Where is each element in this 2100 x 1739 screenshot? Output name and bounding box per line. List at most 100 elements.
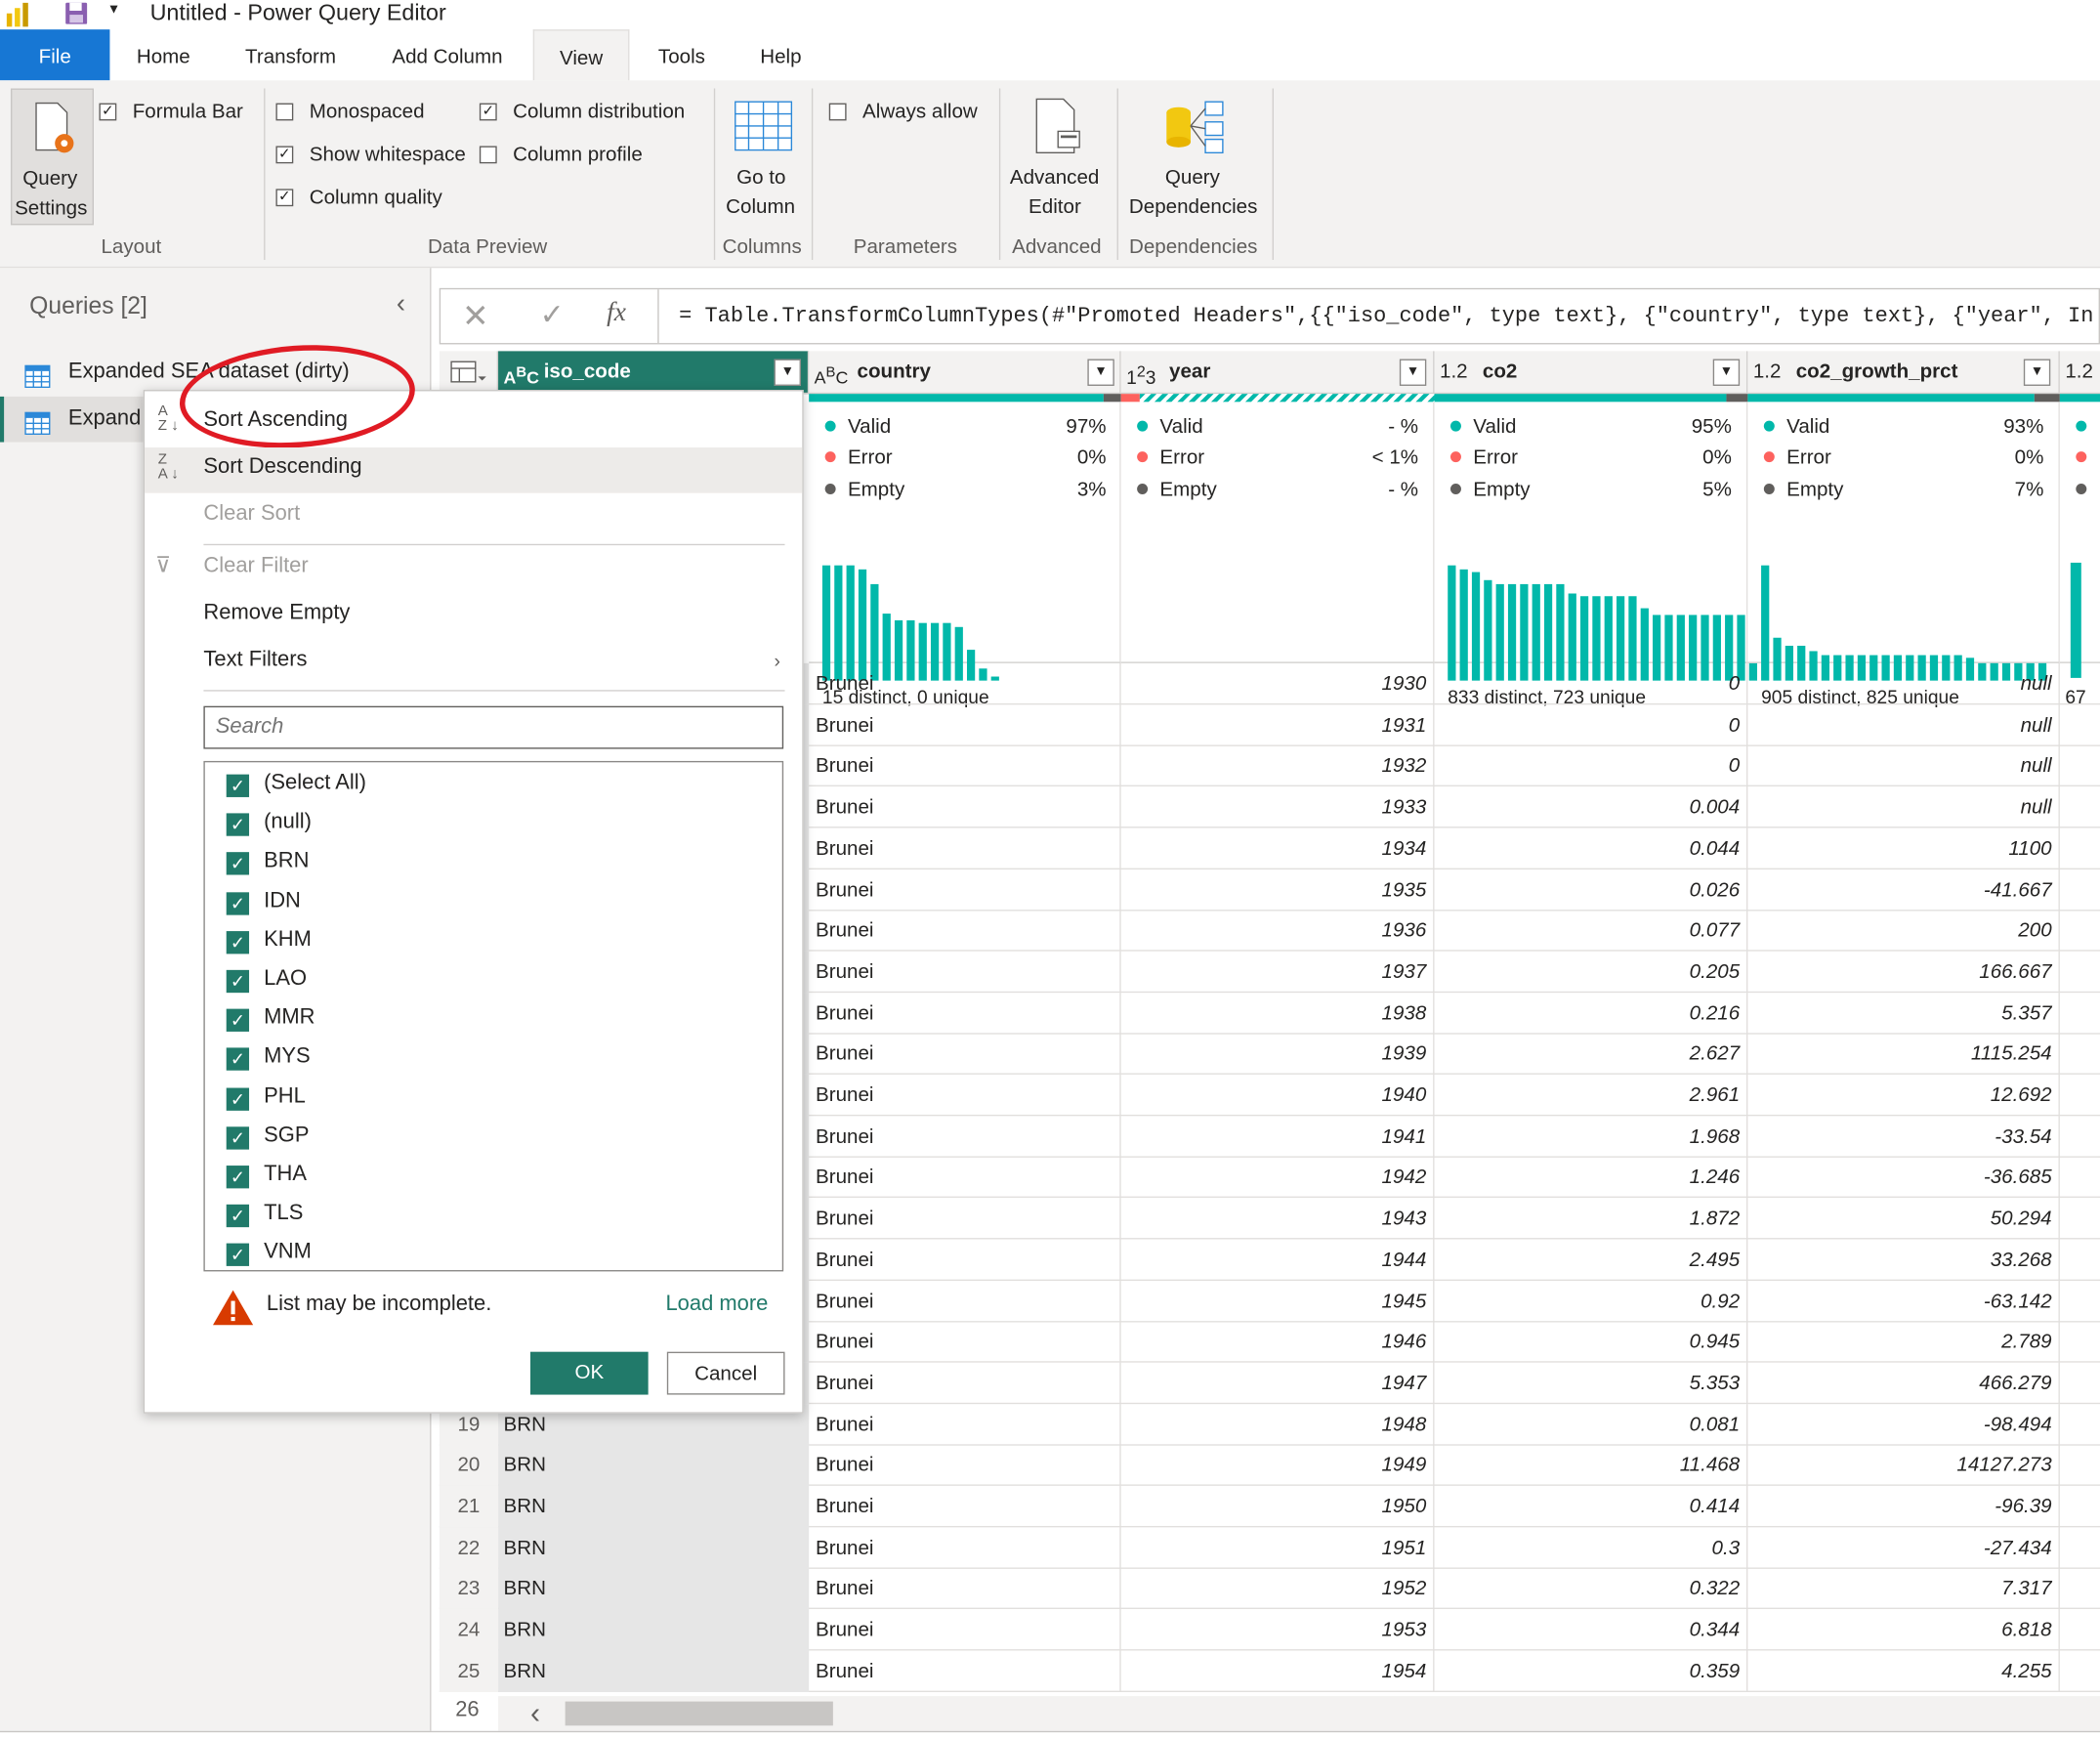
filter-value-item[interactable]: ✓ KHM [226,920,312,959]
monospaced-label[interactable]: Monospaced [310,101,425,123]
filter-search-input[interactable] [203,705,784,749]
collapse-panel-icon[interactable]: ‹ [397,289,405,320]
cell-co2-growth-prct[interactable]: -98.494 [1747,1403,2060,1446]
filter-values-list[interactable]: ✓ (Select All) ✓ (null) ✓ BRN ✓ IDN ✓ KHM ✓ LAO ✓ MMR… [203,760,784,1272]
cell-year[interactable]: 1954 [1121,1650,1435,1692]
column-header-co2-growth-prct[interactable]: 1.2 co2_growth_prct ▼ [1747,351,2060,395]
cell-country[interactable]: Brunei [809,1609,1121,1651]
column-profile-label[interactable]: Column profile [513,144,643,166]
cell-year[interactable]: 1931 [1121,703,1435,746]
filter-dropdown-button[interactable]: ▼ [774,359,801,386]
cell-co2-growth-prct[interactable]: -27.434 [1747,1526,2060,1569]
filter-dropdown-button[interactable]: ▼ [1712,359,1741,386]
column-quality-checkbox[interactable]: ✓ [275,189,294,207]
tab-add-column[interactable]: Add Column [372,29,523,80]
cell-co2-growth-prct[interactable]: 1100 [1747,827,2060,870]
row-number[interactable]: 23 [439,1568,499,1610]
cell-co2[interactable]: 0.081 [1435,1403,1748,1446]
scroll-left-icon[interactable]: ‹ [530,1696,540,1731]
filter-value-item[interactable]: ✓ (Select All) [226,764,366,803]
remove-empty-item[interactable]: Remove Empty [203,602,350,626]
column-distribution-checkbox[interactable]: ✓ [479,103,497,121]
cell-co2-growth-prct[interactable]: 6.818 [1747,1609,2060,1651]
cell-co2-growth-prct[interactable]: null [1747,786,2060,828]
cell-co2[interactable]: 5.353 [1435,1362,1748,1405]
cell-co2-growth-prct[interactable]: 50.294 [1747,1198,2060,1240]
checkbox-checked-icon[interactable]: ✓ [226,969,250,994]
cell-co2[interactable]: 0.359 [1435,1650,1748,1692]
table-row[interactable]: 25 BRN Brunei 1954 0.359 4.255 [439,1650,2100,1692]
cell-year[interactable]: 1952 [1121,1568,1435,1610]
column-header-next[interactable]: 1.2 [2059,351,2100,395]
cell-co2-growth-prct[interactable]: 7.317 [1747,1568,2060,1610]
clear-sort-item[interactable]: Clear Sort [203,502,300,527]
table-row[interactable]: 20 BRN Brunei 1949 11.468 14127.273 [439,1444,2100,1487]
cell-co2-growth-prct[interactable]: 166.667 [1747,951,2060,994]
cell-iso-code[interactable]: BRN [498,1485,810,1528]
cell-country[interactable]: Brunei [809,1280,1121,1322]
cell-year[interactable]: 1935 [1121,869,1435,911]
go-to-column-button[interactable]: Go to Column [721,89,807,226]
cell-co2-growth-prct[interactable]: 1115.254 [1747,1033,2060,1076]
row-number[interactable]: 24 [439,1609,499,1651]
query-dependencies-button[interactable]: Query Dependencies [1122,89,1264,226]
cancel-button[interactable]: Cancel [666,1351,785,1395]
cell-year[interactable]: 1946 [1121,1321,1435,1363]
cell-co2[interactable]: 2.627 [1435,1033,1748,1076]
cell-country[interactable]: Brunei [809,869,1121,911]
cell-iso-code[interactable]: BRN [498,1526,810,1569]
tab-home[interactable]: Home [118,29,209,80]
checkbox-checked-icon[interactable]: ✓ [226,852,250,876]
cell-co2-growth-prct[interactable]: 200 [1747,910,2060,952]
cell-country[interactable]: Brunei [809,745,1121,787]
cell-co2[interactable]: 1.246 [1435,1157,1748,1199]
cell-country[interactable]: Brunei [809,1485,1121,1528]
cell-country[interactable]: Brunei [809,1074,1121,1117]
column-distribution-label[interactable]: Column distribution [513,101,685,123]
cell-country[interactable]: Brunei [809,827,1121,870]
column-header-co2[interactable]: 1.2 co2 ▼ [1434,351,1748,395]
cell-co2-growth-prct[interactable]: 466.279 [1747,1362,2060,1405]
filter-dropdown-button[interactable]: ▼ [1399,359,1427,386]
cell-country[interactable]: Brunei [809,1403,1121,1446]
cell-year[interactable]: 1936 [1121,910,1435,952]
horizontal-scrollbar[interactable]: ‹ [498,1696,2100,1731]
monospaced-checkbox[interactable] [275,103,294,121]
load-more-link[interactable]: Load more [665,1293,768,1317]
cell-country[interactable]: Brunei [809,662,1121,705]
checkbox-checked-icon[interactable]: ✓ [226,1205,250,1228]
filter-value-item[interactable]: ✓ MYS [226,1038,311,1077]
checkbox-checked-icon[interactable]: ✓ [226,930,250,954]
cell-co2[interactable]: 0.322 [1435,1568,1748,1610]
cell-co2[interactable]: 0.026 [1435,869,1748,911]
filter-dropdown-button[interactable]: ▼ [2023,359,2051,386]
checkbox-checked-icon[interactable]: ✓ [226,1166,250,1189]
cell-co2[interactable]: 0.004 [1435,786,1748,828]
cell-country[interactable]: Brunei [809,1157,1121,1199]
cell-year[interactable]: 1940 [1121,1074,1435,1117]
cell-co2[interactable]: 0 [1435,745,1748,787]
formula-bar-label[interactable]: Formula Bar [133,101,243,123]
cell-year[interactable]: 1937 [1121,951,1435,994]
row-number[interactable]: 25 [439,1650,499,1692]
filter-value-item[interactable]: ✓ TLS [226,1194,303,1233]
cell-co2[interactable]: 0.92 [1435,1280,1748,1322]
cell-co2-growth-prct[interactable]: -96.39 [1747,1485,2060,1528]
column-header-iso-code[interactable]: ABC iso_code ▼ [498,351,810,395]
cell-co2-growth-prct[interactable]: 33.268 [1747,1239,2060,1281]
cell-co2-growth-prct[interactable]: 12.692 [1747,1074,2060,1117]
tab-help[interactable]: Help [739,29,822,80]
filter-value-item[interactable]: ✓ SGP [226,1116,309,1155]
checkbox-checked-icon[interactable]: ✓ [226,774,250,797]
checkbox-checked-icon[interactable]: ✓ [226,1086,250,1111]
filter-value-item[interactable]: ✓ (null) [226,803,312,842]
cell-co2[interactable]: 0.205 [1435,951,1748,994]
tab-tools[interactable]: Tools [640,29,723,80]
cancel-formula-icon[interactable]: ✕ [462,297,489,336]
cell-year[interactable]: 1933 [1121,786,1435,828]
cell-country[interactable]: Brunei [809,910,1121,952]
show-whitespace-label[interactable]: Show whitespace [310,144,466,166]
cell-country[interactable]: Brunei [809,992,1121,1035]
cell-year[interactable]: 1941 [1121,1115,1435,1158]
cell-co2-growth-prct[interactable]: null [1747,703,2060,746]
